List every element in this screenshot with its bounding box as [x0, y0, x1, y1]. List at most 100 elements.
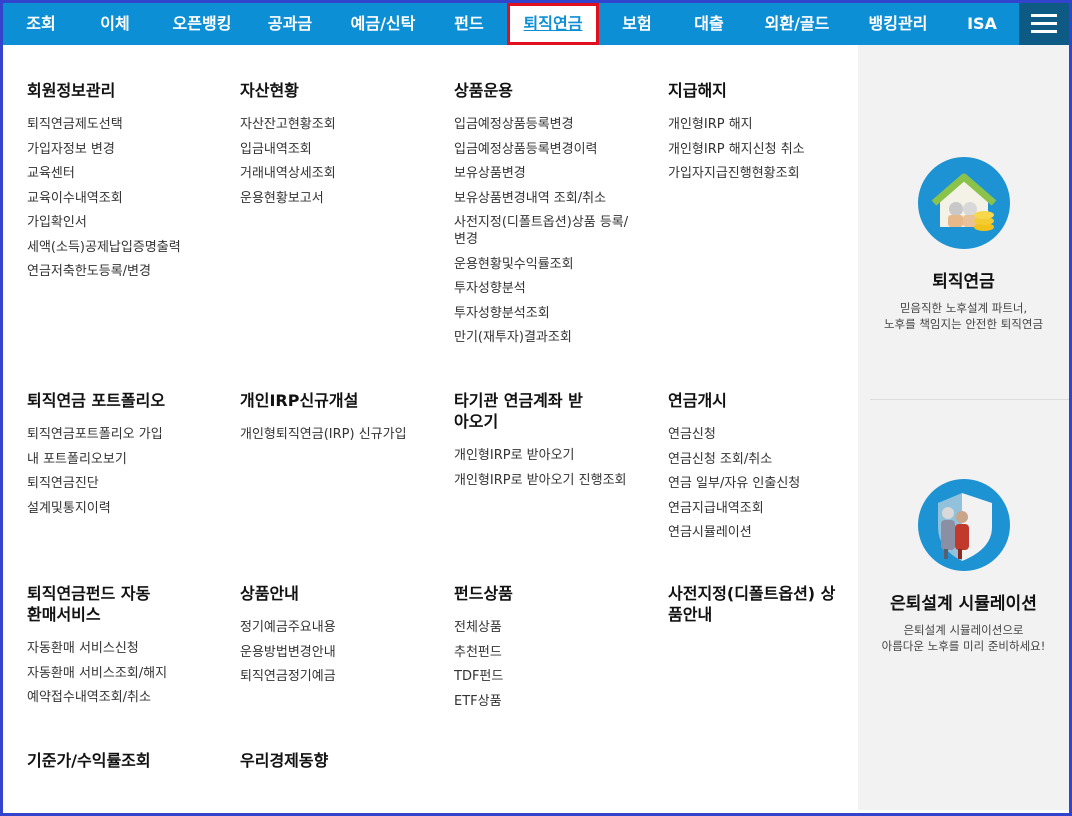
menu-link[interactable]: TDF펀드 [454, 668, 654, 685]
menu-link[interactable]: 자동환매 서비스조회/해지 [27, 665, 227, 682]
nav-item-fx-gold[interactable]: 외환/골드 [747, 3, 847, 45]
nav-item-loan[interactable]: 대출 [679, 3, 739, 45]
section-heading: 퇴직연금 포트폴리오 [27, 391, 166, 410]
menu-link[interactable]: 보유상품변경 [454, 165, 634, 182]
section-heading: 자산현황 [240, 81, 299, 100]
promo-title: 은퇴설계 시뮬레이션 [890, 594, 1037, 614]
promo-desc-line: 은퇴설계 시뮬레이션으로 [903, 623, 1024, 637]
section-transfer-in-pension: 타기관 연금계좌 받아오기 개인형IRP로 받아오기 개인형IRP로 받아오기 … [454, 390, 634, 496]
menu-link[interactable]: 운용현황및수익률조회 [454, 256, 634, 273]
menu-link[interactable]: 추천펀드 [454, 644, 654, 661]
menu-link[interactable]: 퇴직연금포트폴리오 가입 [27, 426, 227, 443]
promo-description: 은퇴설계 시뮬레이션으로 아름다운 노후를 미리 준비하세요! [858, 622, 1069, 654]
nav-item-retirement-pension[interactable]: 퇴직연금 [507, 3, 599, 45]
menu-link[interactable]: 가입자지급진행현황조회 [668, 165, 868, 182]
menu-link[interactable]: 연금신청 [668, 426, 868, 443]
promo-title: 퇴직연금 [932, 272, 995, 292]
menu-link[interactable]: 보유상품변경내역 조회/취소 [454, 190, 634, 207]
menu-link[interactable]: 사전지정(디폴트옵션)상품 등록/변경 [454, 214, 634, 248]
menu-link[interactable]: 입금예정상품등록변경이력 [454, 141, 634, 158]
menu-link[interactable]: 연금 일부/자유 인출신청 [668, 475, 868, 492]
section-heading: 타기관 연금계좌 받아오기 [454, 391, 583, 431]
section-heading[interactable]: 기준가/수익률조회 [27, 750, 227, 771]
section-payment-termination: 지급해지 개인형IRP 해지 개인형IRP 해지신청 취소 가입자지급진행현황조… [668, 80, 868, 190]
menu-link[interactable]: 개인형IRP 해지 [668, 116, 868, 133]
retirement-house-icon [917, 157, 1010, 249]
retirement-couple-shield-icon [917, 479, 1010, 571]
menu-link[interactable]: 만기(재투자)결과조회 [454, 329, 634, 346]
menu-link[interactable]: 운용방법변경안내 [240, 644, 440, 661]
menu-link[interactable]: 가입자정보 변경 [27, 141, 227, 158]
section-heading: 회원정보관리 [27, 81, 116, 100]
nav-item-utility-bills[interactable]: 공과금 [253, 3, 327, 45]
menu-link[interactable]: 연금저축한도등록/변경 [27, 263, 227, 280]
section-heading: 상품운용 [454, 81, 513, 100]
menu-link[interactable]: 정기예금주요내용 [240, 619, 440, 636]
menu-link[interactable]: 연금신청 조회/취소 [668, 451, 868, 468]
section-product-guide: 상품안내 정기예금주요내용 운용방법변경안내 퇴직연금정기예금 [240, 583, 440, 693]
menu-link[interactable]: 입금내역조회 [240, 141, 440, 158]
promo-desc-line: 믿음직한 노후설계 파트너, [899, 301, 1028, 315]
menu-link[interactable]: 연금시뮬레이션 [668, 524, 868, 541]
promo-divider [870, 399, 1069, 400]
menu-link[interactable]: 교육이수내역조회 [27, 190, 227, 207]
menu-link[interactable]: 개인형IRP로 받아오기 [454, 447, 634, 464]
section-fund-products: 펀드상품 전체상품 추천펀드 TDF펀드 ETF상품 [454, 583, 654, 717]
section-irp-new-account: 개인IRP신규개설 개인형퇴직연금(IRP) 신규가입 [240, 390, 440, 451]
nav-item-insurance[interactable]: 보험 [607, 3, 667, 45]
section-heading: 연금개시 [668, 391, 727, 410]
menu-link[interactable]: 연금지급내역조회 [668, 500, 868, 517]
menu-link[interactable]: 교육센터 [27, 165, 227, 182]
menu-link[interactable]: ETF상품 [454, 693, 654, 710]
mega-menu: 회원정보관리 퇴직연금제도선택 가입자정보 변경 교육센터 교육이수내역조회 가… [3, 45, 858, 810]
promo-retirement-pension[interactable]: 퇴직연금 믿음직한 노후설계 파트너, 노후를 책임지는 안전한 퇴직연금 [858, 157, 1069, 332]
menu-link[interactable]: 개인형IRP로 받아오기 진행조회 [454, 472, 634, 489]
section-auto-redemption: 퇴직연금펀드 자동환매서비스 자동환매 서비스신청 자동환매 서비스조회/해지 … [27, 583, 227, 714]
section-default-option-guide: 사전지정(디폴트옵션) 상품안내 [668, 583, 843, 640]
top-navigation: 조회 이체 오픈뱅킹 공과금 예금/신탁 펀드 퇴직연금 보험 대출 외환/골드… [3, 3, 1069, 45]
menu-link[interactable]: 퇴직연금제도선택 [27, 116, 227, 133]
menu-link[interactable]: 가입확인서 [27, 214, 227, 231]
section-product-management: 상품운용 입금예정상품등록변경 입금예정상품등록변경이력 보유상품변경 보유상품… [454, 80, 634, 354]
section-heading[interactable]: 사전지정(디폴트옵션) 상품안내 [668, 583, 843, 625]
menu-link[interactable]: 예약접수내역조회/취소 [27, 689, 227, 706]
section-asset-status: 자산현황 자산잔고현황조회 입금내역조회 거래내역상세조회 운용현황보고서 [240, 80, 440, 214]
nav-item-isa[interactable]: ISA [953, 3, 1011, 45]
menu-link[interactable]: 퇴직연금진단 [27, 475, 227, 492]
hamburger-menu-icon[interactable] [1019, 3, 1069, 45]
menu-link[interactable]: 설계및통지이력 [27, 500, 227, 517]
menu-link[interactable]: 개인형IRP 해지신청 취소 [668, 141, 868, 158]
section-economic-trends: 우리경제동향 [240, 750, 440, 786]
section-heading[interactable]: 우리경제동향 [240, 750, 440, 771]
nav-item-deposit-trust[interactable]: 예금/신탁 [335, 3, 431, 45]
section-nav-return-inquiry: 기준가/수익률조회 [27, 750, 227, 786]
section-heading: 퇴직연금펀드 자동환매서비스 [27, 584, 151, 624]
section-heading: 상품안내 [240, 584, 299, 603]
section-member-info: 회원정보관리 퇴직연금제도선택 가입자정보 변경 교육센터 교육이수내역조회 가… [27, 80, 227, 288]
menu-link[interactable]: 전체상품 [454, 619, 654, 636]
section-pension-start: 연금개시 연금신청 연금신청 조회/취소 연금 일부/자유 인출신청 연금지급내… [668, 390, 868, 549]
promo-desc-line: 아름다운 노후를 미리 준비하세요! [881, 639, 1046, 653]
menu-link[interactable]: 거래내역상세조회 [240, 165, 440, 182]
menu-link[interactable]: 세액(소득)공제납입증명출력 [27, 239, 227, 256]
menu-link[interactable]: 입금예정상품등록변경 [454, 116, 634, 133]
nav-item-open-banking[interactable]: 오픈뱅킹 [155, 3, 249, 45]
section-retirement-portfolio: 퇴직연금 포트폴리오 퇴직연금포트폴리오 가입 내 포트폴리오보기 퇴직연금진단… [27, 390, 227, 524]
section-heading: 개인IRP신규개설 [240, 391, 359, 410]
promo-description: 믿음직한 노후설계 파트너, 노후를 책임지는 안전한 퇴직연금 [858, 300, 1069, 332]
menu-link[interactable]: 자산잔고현황조회 [240, 116, 440, 133]
menu-link[interactable]: 운용현황보고서 [240, 190, 440, 207]
promo-desc-line: 노후를 책임지는 안전한 퇴직연금 [883, 317, 1044, 331]
nav-item-banking-management[interactable]: 뱅킹관리 [855, 3, 941, 45]
menu-link[interactable]: 퇴직연금정기예금 [240, 668, 440, 685]
menu-link[interactable]: 자동환매 서비스신청 [27, 640, 227, 657]
promo-retirement-simulation[interactable]: 은퇴설계 시뮬레이션 은퇴설계 시뮬레이션으로 아름다운 노후를 미리 준비하세… [858, 479, 1069, 654]
nav-item-inquiry[interactable]: 조회 [11, 3, 71, 45]
section-heading: 펀드상품 [454, 584, 513, 603]
menu-link[interactable]: 내 포트폴리오보기 [27, 451, 227, 468]
menu-link[interactable]: 개인형퇴직연금(IRP) 신규가입 [240, 426, 440, 443]
nav-item-transfer[interactable]: 이체 [85, 3, 145, 45]
menu-link[interactable]: 투자성향분석조회 [454, 305, 634, 322]
nav-item-fund[interactable]: 펀드 [439, 3, 499, 45]
menu-link[interactable]: 투자성향분석 [454, 280, 634, 297]
